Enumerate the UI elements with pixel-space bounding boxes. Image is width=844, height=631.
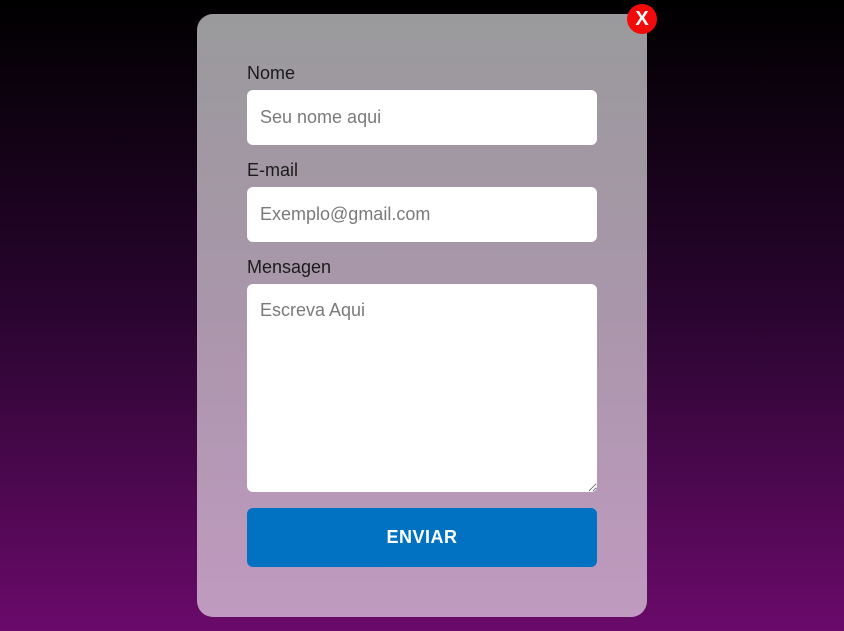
contact-form-modal: Nome E-mail Mensagen ENVIAR xyxy=(197,14,647,617)
close-button[interactable]: X xyxy=(627,4,657,34)
email-input[interactable] xyxy=(247,187,597,242)
message-label: Mensagen xyxy=(247,257,332,277)
submit-button[interactable]: ENVIAR xyxy=(247,508,597,567)
email-label: E-mail xyxy=(247,160,299,180)
name-input[interactable] xyxy=(247,90,597,145)
message-textarea[interactable] xyxy=(247,284,597,492)
name-label: Nome xyxy=(247,63,296,83)
